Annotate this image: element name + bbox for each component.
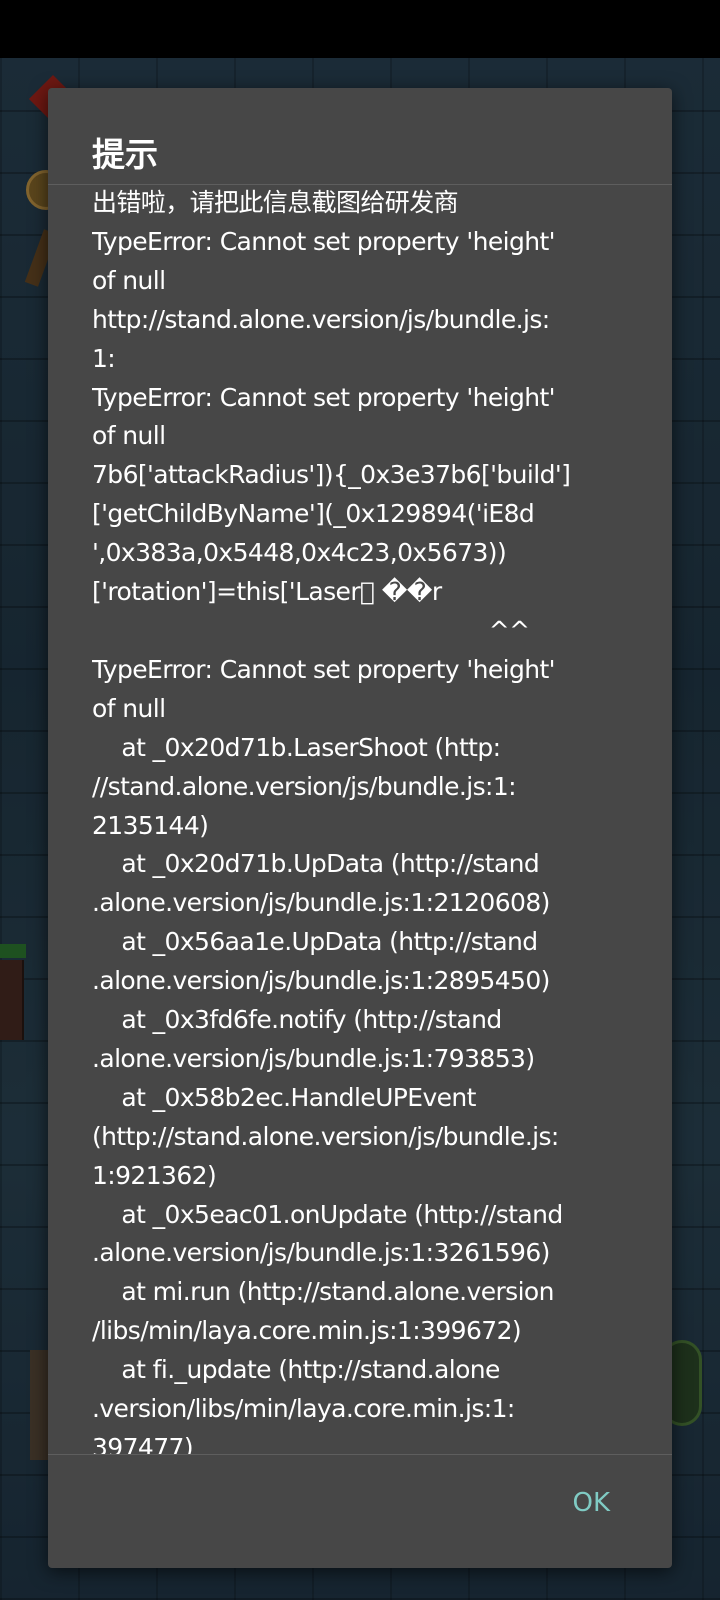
divider (48, 1454, 672, 1455)
error-dialog: 提示 出错啦，请把此信息截图给研发商 TypeError: Cannot set… (48, 88, 672, 1568)
dialog-title: 提示 (92, 135, 158, 174)
ok-button[interactable]: OK (568, 1480, 614, 1526)
status-bar (0, 0, 720, 58)
error-message: 出错啦，请把此信息截图给研发商 TypeError: Cannot set pr… (92, 188, 571, 1454)
message-scroll-area[interactable]: 出错啦，请把此信息截图给研发商 TypeError: Cannot set pr… (92, 184, 672, 1454)
